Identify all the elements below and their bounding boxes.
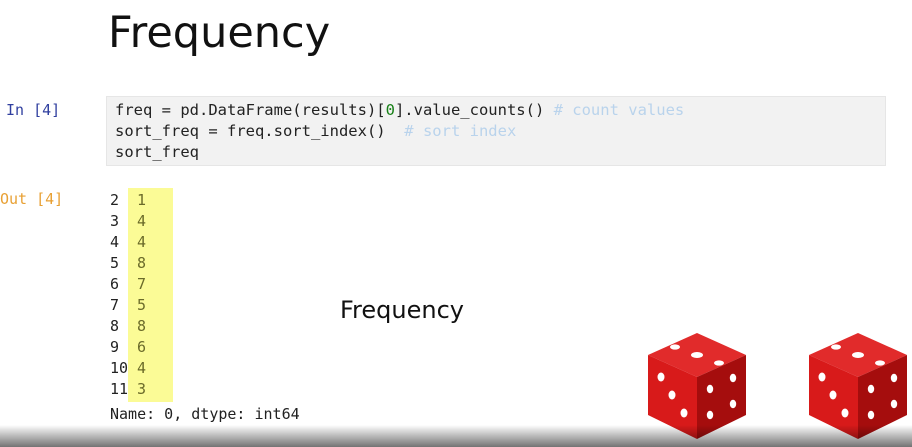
row-index: 6 xyxy=(110,275,120,293)
row-value: 8 xyxy=(137,317,147,335)
row-index: 5 xyxy=(110,254,120,272)
row-value: 8 xyxy=(137,254,147,272)
row-index: 8 xyxy=(110,317,120,335)
row-value: 5 xyxy=(137,296,147,314)
row-value: 3 xyxy=(137,380,147,398)
row-index: 9 xyxy=(110,338,120,356)
out-prompt: Out [4] xyxy=(0,190,64,208)
dtype-line: Name: 0, dtype: int64 xyxy=(110,405,300,423)
code-line-1: freq = pd.DataFrame(results)[0].value_co… xyxy=(115,100,684,121)
row-index: 11 xyxy=(110,380,129,398)
code-line-3: sort_freq xyxy=(115,142,199,163)
in-prompt: In [4] xyxy=(6,101,61,119)
center-label: Frequency xyxy=(340,296,464,324)
value-highlight xyxy=(128,188,173,402)
row-index: 2 xyxy=(110,191,120,209)
code-cell[interactable]: freq = pd.DataFrame(results)[0].value_co… xyxy=(106,96,886,166)
slide-title: Frequency xyxy=(108,8,331,58)
code-number: 0 xyxy=(385,101,395,119)
code-text: sort_freq xyxy=(115,143,199,161)
code-comment: # count values xyxy=(553,101,685,119)
row-value: 6 xyxy=(137,338,147,356)
code-text: ].value_counts() xyxy=(394,101,554,119)
code-text: freq = pd.DataFrame(results)[ xyxy=(115,101,386,119)
row-value: 4 xyxy=(137,233,147,251)
row-value: 4 xyxy=(137,359,147,377)
row-value: 1 xyxy=(137,191,147,209)
code-line-2: sort_freq = freq.sort_index() # sort ind… xyxy=(115,121,516,142)
bottom-shadow xyxy=(0,425,912,447)
row-value: 4 xyxy=(137,212,147,230)
row-value: 7 xyxy=(137,275,147,293)
row-index: 3 xyxy=(110,212,120,230)
code-comment: # sort index xyxy=(404,122,517,140)
code-text: sort_freq = freq.sort_index() xyxy=(115,122,405,140)
row-index: 7 xyxy=(110,296,120,314)
row-index: 4 xyxy=(110,233,120,251)
row-index: 10 xyxy=(110,359,129,377)
